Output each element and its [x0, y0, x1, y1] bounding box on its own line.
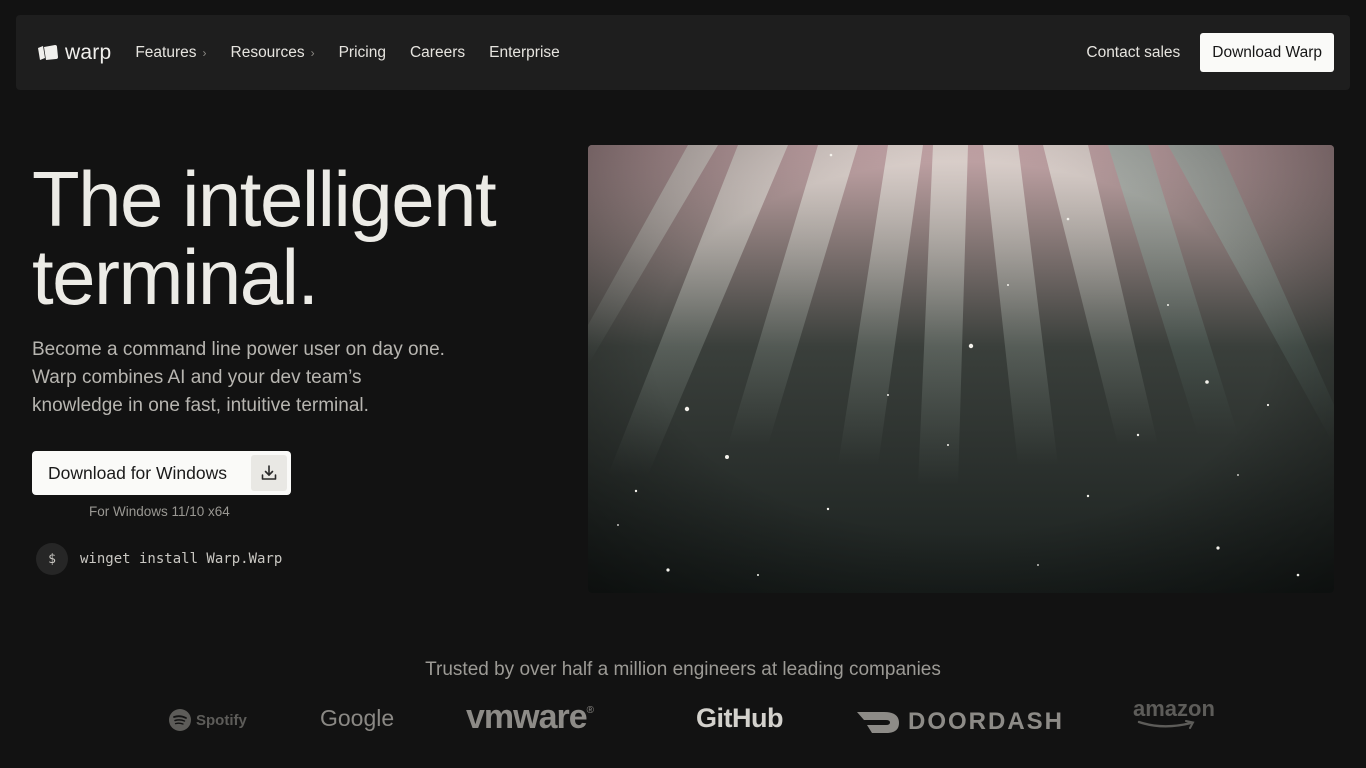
github-wordmark: GitHub: [696, 703, 783, 733]
chevron-right-icon: ›: [202, 45, 207, 60]
hero-subtitle: Become a command line power user on day …: [32, 339, 445, 416]
vmware-logo: vmware ®: [466, 698, 594, 737]
nav-resources-label: Resources: [230, 43, 305, 61]
spotify-wordmark: Spotify: [196, 711, 247, 729]
chevron-right-icon: ›: [310, 45, 315, 60]
hero-title-line2: terminal.: [32, 233, 319, 321]
company-logos: Spotify Google vmware ® GitHub DOORDASH …: [0, 698, 1366, 748]
doordash-icon: [857, 712, 899, 733]
amazon-wordmark: amazon: [1133, 696, 1215, 721]
nav-features[interactable]: Features ›: [135, 44, 206, 62]
registered-icon: ®: [586, 705, 595, 716]
download-windows-label: Download for Windows: [48, 462, 227, 483]
top-nav: warp Features › Resources › Pricing Care…: [16, 15, 1350, 90]
google-wordmark: Google: [320, 705, 395, 731]
logo-text: warp: [65, 40, 112, 64]
nav-pricing-label: Pricing: [338, 43, 386, 61]
nav-pricing[interactable]: Pricing: [339, 44, 386, 62]
nav-resources[interactable]: Resources ›: [231, 44, 315, 62]
trusted-heading: Trusted by over half a million engineers…: [425, 659, 941, 680]
google-logo: Google: [320, 705, 394, 732]
warp-logo[interactable]: warp: [36, 41, 111, 65]
platform-note: For Windows 11/10 x64: [89, 504, 230, 519]
github-logo: GitHub: [696, 703, 783, 734]
install-command-text: winget install Warp.Warp: [80, 551, 283, 567]
contact-sales-link[interactable]: Contact sales: [1086, 44, 1180, 62]
hero-aurora-image: [588, 145, 1334, 593]
amazon-smile-icon: [1137, 720, 1195, 729]
nav-careers[interactable]: Careers: [410, 44, 465, 62]
prompt-icon: $: [36, 543, 68, 575]
spotify-logo: Spotify: [168, 708, 247, 732]
spotify-icon: [169, 709, 191, 731]
nav-careers-label: Careers: [409, 43, 466, 61]
nav-enterprise-label: Enterprise: [489, 43, 560, 61]
download-warp-label: Download Warp: [1212, 43, 1322, 61]
doordash-wordmark: DOORDASH: [908, 708, 1065, 735]
download-icon: [251, 455, 287, 491]
amazon-logo: amazon: [1133, 698, 1215, 730]
download-windows-button[interactable]: Download for Windows: [32, 451, 291, 495]
nav-features-label: Features: [135, 43, 197, 61]
hero-title-line1: The intelligent: [32, 155, 497, 243]
warp-logo-icon: [38, 44, 58, 60]
doordash-logo: DOORDASH: [856, 708, 1064, 736]
download-warp-button[interactable]: Download Warp: [1200, 33, 1334, 72]
vmware-wordmark: vmware: [466, 698, 588, 736]
install-command[interactable]: $ winget install Warp.Warp: [36, 543, 282, 575]
nav-enterprise[interactable]: Enterprise: [489, 44, 560, 62]
hero-title: The intelligent terminal.: [32, 155, 497, 321]
